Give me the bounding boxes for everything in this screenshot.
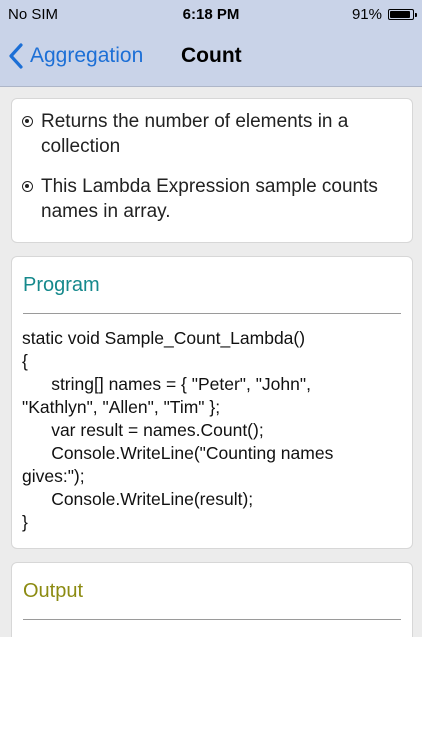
code-line: "Kathlyn", "Allen", "Tim" }; xyxy=(22,397,221,417)
code-line: Console.WriteLine("Counting names xyxy=(22,443,334,463)
battery-nub xyxy=(415,13,417,17)
status-bar: No SIM 6:18 PM 91% xyxy=(0,0,422,28)
back-button-label: Aggregation xyxy=(30,44,144,67)
code-line: var result = names.Count(); xyxy=(22,420,264,440)
battery-fill xyxy=(390,11,410,18)
navigation-bar: Aggregation Count xyxy=(0,28,422,87)
code-block: static void Sample_Count_Lambda() { strin… xyxy=(22,327,404,534)
divider xyxy=(23,313,401,314)
battery-percent: 91% xyxy=(351,6,382,23)
page-title: Count xyxy=(181,44,242,67)
code-line: Console.WriteLine(result); xyxy=(22,489,254,509)
content-area[interactable]: Returns the number of elements in a coll… xyxy=(0,87,422,637)
code-line: gives:"); xyxy=(22,466,85,486)
description-bullet: Returns the number of elements in a coll… xyxy=(22,109,402,159)
code-line: { xyxy=(22,351,28,371)
code-line: string[] names = { "Peter", "John", xyxy=(22,374,311,394)
program-card: Program static void Sample_Count_Lambda(… xyxy=(11,256,413,549)
bullet-text: This Lambda Expression sample counts nam… xyxy=(41,176,378,222)
program-title: Program xyxy=(23,274,100,296)
code-line: } xyxy=(22,512,28,532)
output-title: Output xyxy=(23,580,84,602)
code-line: static void Sample_Count_Lambda() xyxy=(22,328,306,348)
bullet-text: Returns the number of elements in a coll… xyxy=(41,111,349,157)
bullet-radio-icon xyxy=(22,116,33,127)
bottom-blank-area xyxy=(0,637,422,750)
bullet-radio-icon xyxy=(22,181,33,192)
back-button[interactable]: Aggregation xyxy=(8,40,143,72)
description-bullet: This Lambda Expression sample counts nam… xyxy=(22,174,402,224)
battery-icon xyxy=(388,9,417,20)
chevron-left-icon xyxy=(9,43,23,69)
output-card: Output xyxy=(11,562,413,637)
description-card: Returns the number of elements in a coll… xyxy=(11,98,413,243)
divider xyxy=(23,619,401,620)
